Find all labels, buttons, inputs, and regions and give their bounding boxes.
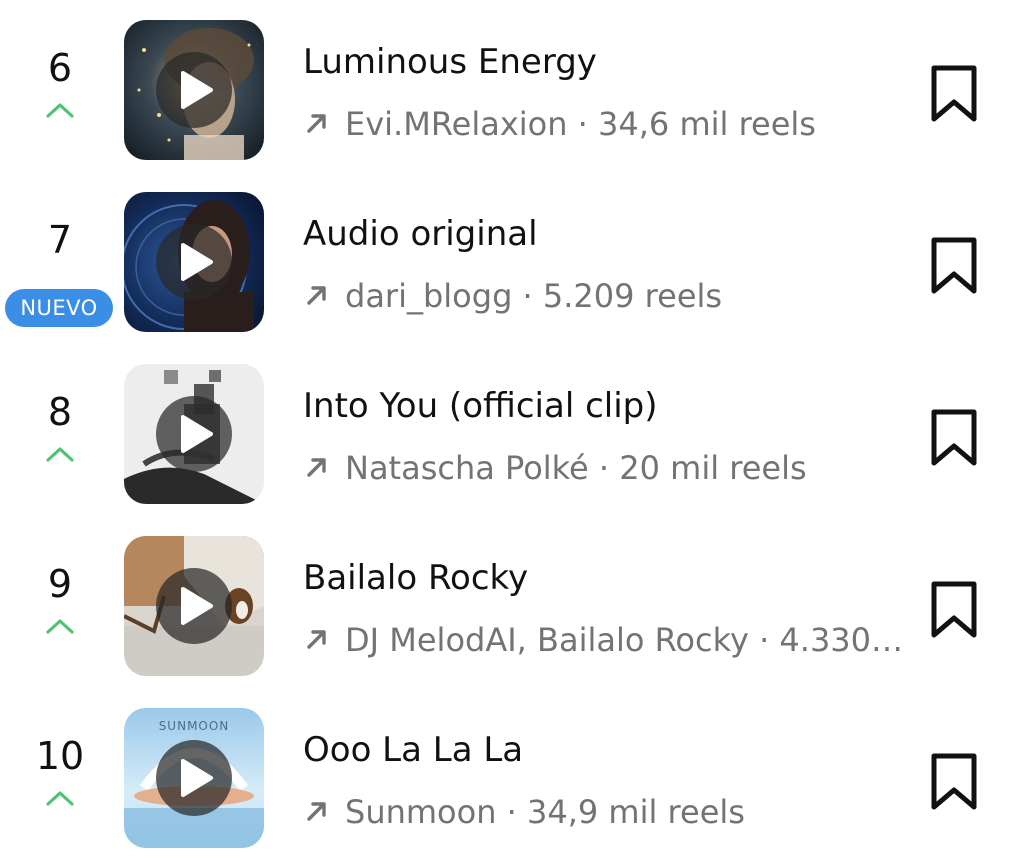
rank-number: 9 [47,562,73,606]
track-title[interactable]: Audio original [303,212,538,256]
play-icon [181,759,213,797]
play-icon [181,415,213,453]
bookmark-icon[interactable] [926,408,982,468]
trend-up-icon [46,447,74,462]
track-title[interactable]: Ooo La La La [303,728,523,772]
track-meta-text: DJ MelodAI, Bailalo Rocky · 4.330 reels [345,621,913,659]
rank-number: 6 [47,46,73,90]
track-meta-text: dari_blogg · 5.209 reels [345,277,723,315]
play-icon [181,243,213,281]
trend-up-icon [46,791,74,806]
rank-column: 7 NUEVO [0,172,120,327]
trending-arrow-icon [307,630,326,649]
play-button[interactable] [156,52,232,128]
track-meta[interactable]: DJ MelodAI, Bailalo Rocky · 4.330 reels [303,618,913,662]
track-meta[interactable]: Evi.MRelaxion · 34,6 mil reels [303,102,913,146]
bookmark-icon[interactable] [926,236,982,296]
new-badge: NUEVO [5,289,113,327]
track-meta[interactable]: Natascha Polké · 20 mil reels [303,446,913,490]
rank-number: 10 [35,734,85,778]
track-title[interactable]: Bailalo Rocky [303,556,528,600]
track-meta-text: Natascha Polké · 20 mil reels [345,449,807,487]
list-item[interactable]: 7 NUEVO Audio original dari_blogg · 5.20… [0,172,1024,332]
play-icon [181,71,213,109]
rank-column: 10 [0,688,120,832]
rank-column: 8 [0,344,120,488]
play-icon [181,587,213,625]
list-item[interactable]: 6 Luminous Energy Evi.MRelaxion · 34,6 m… [0,0,1024,160]
track-meta-text: Sunmoon · 34,9 mil reels [345,793,745,831]
track-meta[interactable]: dari_blogg · 5.209 reels [303,274,913,318]
play-button[interactable] [156,224,232,300]
trend-up-icon [46,103,74,118]
rank-number: 7 [47,218,73,262]
trending-arrow-icon [307,458,326,477]
trend-up-icon [46,619,74,634]
play-button[interactable] [156,396,232,472]
album-thumbnail[interactable]: SUNMOON [124,708,264,848]
album-thumbnail[interactable] [124,20,264,160]
trending-arrow-icon [307,114,326,133]
album-thumbnail[interactable] [124,192,264,332]
track-title[interactable]: Into You (official clip) [303,384,658,428]
list-item[interactable]: 9 Bailalo Rocky DJ MelodAI, Bailalo Rock… [0,516,1024,676]
play-button[interactable] [156,568,232,644]
rank-number: 8 [47,390,73,434]
album-thumbnail[interactable] [124,364,264,504]
album-thumbnail[interactable] [124,536,264,676]
bookmark-icon[interactable] [926,580,982,640]
bookmark-icon[interactable] [926,64,982,124]
list-item[interactable]: 8 Into You (official clip) Natascha Polk… [0,344,1024,504]
trending-arrow-icon [307,286,326,305]
trending-arrow-icon [307,802,326,821]
list-item[interactable]: 10 SUNMOON Ooo La La La Sunmoon · 34,9 m… [0,688,1024,848]
track-meta-text: Evi.MRelaxion · 34,6 mil reels [345,105,816,143]
play-button[interactable] [156,740,232,816]
svg-text:SUNMOON: SUNMOON [159,719,230,733]
bookmark-icon[interactable] [926,752,982,812]
track-meta[interactable]: Sunmoon · 34,9 mil reels [303,790,913,834]
rank-column: 6 [0,0,120,144]
rank-column: 9 [0,516,120,660]
track-title[interactable]: Luminous Energy [303,40,597,84]
trending-audio-list: 6 Luminous Energy Evi.MRelaxion · 34,6 m… [0,0,1024,858]
